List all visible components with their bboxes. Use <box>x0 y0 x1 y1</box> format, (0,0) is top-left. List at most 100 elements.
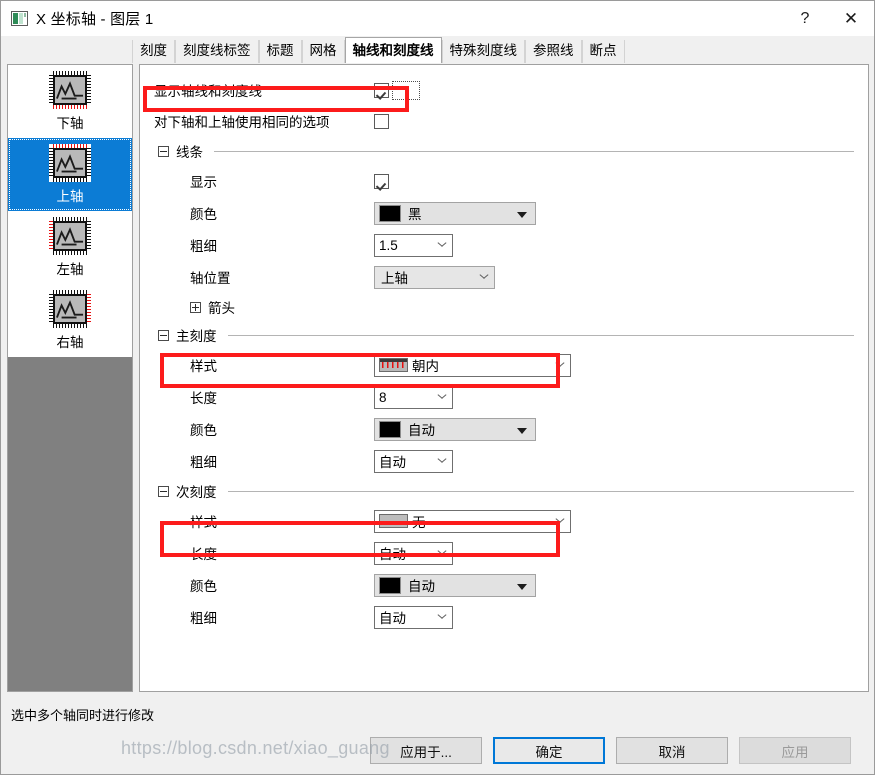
axis-position-label: 轴位置 <box>190 271 231 286</box>
dialog-body: 下轴 上轴 左轴 右轴 显示轴线和刻度线 对下轴和上轴使用相同的选项 线条 显示… <box>1 63 874 702</box>
chevron-down-icon <box>438 615 445 619</box>
axis-position-row: 轴位置 上轴 <box>154 261 854 293</box>
group-header-line[interactable]: 线条 <box>154 137 854 165</box>
line-color-row: 颜色 黑 <box>154 197 854 229</box>
tab-reference-lines[interactable]: 参照线 <box>525 40 582 63</box>
group-header-major-ticks[interactable]: 主刻度 <box>154 321 854 349</box>
same-options-label: 对下轴和上轴使用相同的选项 <box>154 115 330 130</box>
arrow-subgroup[interactable]: 箭头 <box>154 293 854 321</box>
minor-length-dropdown[interactable]: 自动 <box>374 541 453 565</box>
major-length-label: 长度 <box>190 391 217 406</box>
major-color-label: 颜色 <box>190 423 217 438</box>
chevron-down-icon <box>517 211 527 218</box>
same-options-checkbox[interactable] <box>374 113 389 129</box>
tab-grid[interactable]: 网格 <box>301 40 345 63</box>
sidebar-item-right-axis[interactable]: 右轴 <box>8 284 132 357</box>
sidebar-item-label: 右轴 <box>56 335 84 350</box>
axis-list-scroll: 下轴 上轴 左轴 右轴 <box>8 65 132 691</box>
color-swatch <box>379 576 401 594</box>
axis-bottom-icon <box>49 71 91 109</box>
group-rule <box>214 150 854 152</box>
axis-dialog-window: X 坐标轴 - 图层 1 ? ✕ 刻度 刻度线标签 标题 网格 轴线和刻度线 特… <box>0 0 875 775</box>
tab-ticks[interactable]: 刻度 <box>132 40 175 63</box>
chevron-down-icon <box>438 243 445 247</box>
axis-right-icon <box>49 290 91 328</box>
cancel-button[interactable]: 取消 <box>616 737 728 764</box>
apply-to-button[interactable]: 应用于... <box>370 737 482 764</box>
axis-position-value: 上轴 <box>381 271 408 286</box>
show-axis-and-ticks-checkbox[interactable] <box>374 82 389 98</box>
axis-top-icon <box>49 144 91 182</box>
minor-thickness-dropdown[interactable]: 自动 <box>374 605 453 629</box>
focus-indicator <box>392 80 420 100</box>
axis-position-dropdown[interactable]: 上轴 <box>374 265 495 289</box>
minor-style-row: 样式 无 <box>154 505 854 537</box>
sidebar-item-label: 下轴 <box>56 116 84 131</box>
line-show-checkbox[interactable] <box>374 173 389 189</box>
color-swatch <box>379 204 401 222</box>
tab-tick-labels[interactable]: 刻度线标签 <box>175 40 259 63</box>
line-color-value: 黑 <box>408 207 422 222</box>
tab-special-ticks[interactable]: 特殊刻度线 <box>441 40 525 63</box>
major-thickness-value: 自动 <box>379 455 406 470</box>
major-thickness-dropdown[interactable]: 自动 <box>374 449 453 473</box>
arrow-label: 箭头 <box>208 301 235 316</box>
major-length-row: 长度 8 <box>154 381 854 413</box>
collapse-icon[interactable] <box>158 329 169 341</box>
color-swatch <box>379 420 401 438</box>
close-icon[interactable]: ✕ <box>828 1 874 36</box>
settings-panel: 显示轴线和刻度线 对下轴和上轴使用相同的选项 线条 显示 颜色 黑 粗细 1.5… <box>139 64 869 692</box>
group-header-minor-ticks[interactable]: 次刻度 <box>154 477 854 505</box>
major-style-label: 样式 <box>190 359 217 374</box>
axis-list: 下轴 上轴 左轴 右轴 <box>8 65 132 357</box>
apply-button[interactable]: 应用 <box>739 737 851 764</box>
layer-axis-icon <box>11 11 28 26</box>
tab-bar: 刻度 刻度线标签 标题 网格 轴线和刻度线 特殊刻度线 参照线 断点 <box>1 36 874 63</box>
chevron-down-icon <box>438 395 445 399</box>
group-title-line: 线条 <box>176 145 203 160</box>
collapse-icon[interactable] <box>158 145 169 157</box>
chevron-down-icon <box>556 363 563 367</box>
expand-icon[interactable] <box>190 301 201 313</box>
sidebar-item-top-axis[interactable]: 上轴 <box>8 138 132 211</box>
tab-title[interactable]: 标题 <box>258 40 302 63</box>
chevron-down-icon <box>438 551 445 555</box>
minor-style-dropdown[interactable]: 无 <box>374 509 571 533</box>
tab-axis-line-and-ticks[interactable]: 轴线和刻度线 <box>344 37 442 63</box>
major-style-dropdown[interactable]: 朝内 <box>374 353 571 377</box>
minor-thickness-value: 自动 <box>379 611 406 626</box>
group-rule <box>227 490 854 492</box>
axis-left-icon <box>49 217 91 255</box>
minor-color-label: 颜色 <box>190 579 217 594</box>
major-color-dropdown[interactable]: 自动 <box>374 417 536 441</box>
major-color-value: 自动 <box>408 423 435 438</box>
chevron-down-icon <box>480 275 487 279</box>
chevron-down-icon <box>556 519 563 523</box>
group-title-minor-ticks: 次刻度 <box>176 485 217 500</box>
button-bar: https://blog.csdn.net/xiao_guang 应用于... … <box>1 727 874 774</box>
line-thickness-dropdown[interactable]: 1.5 <box>374 233 453 257</box>
help-icon[interactable]: ? <box>782 1 828 36</box>
ticks-none-icon <box>379 514 408 528</box>
settings-content: 显示轴线和刻度线 对下轴和上轴使用相同的选项 线条 显示 颜色 黑 粗细 1.5… <box>140 65 868 691</box>
major-thickness-row: 粗细 自动 <box>154 445 854 477</box>
line-thickness-row: 粗细 1.5 <box>154 229 854 261</box>
line-color-dropdown[interactable]: 黑 <box>374 201 536 225</box>
sidebar-item-bottom-axis[interactable]: 下轴 <box>8 65 132 138</box>
minor-color-dropdown[interactable]: 自动 <box>374 573 536 597</box>
show-axis-and-ticks-row: 显示轴线和刻度线 <box>154 75 854 105</box>
major-style-value: 朝内 <box>412 359 439 374</box>
status-bar: 选中多个轴同时进行修改 <box>1 702 874 727</box>
sidebar-item-left-axis[interactable]: 左轴 <box>8 211 132 284</box>
same-options-row: 对下轴和上轴使用相同的选项 <box>154 105 854 137</box>
chevron-down-icon <box>517 583 527 590</box>
tab-breaks[interactable]: 断点 <box>581 40 625 63</box>
ticks-inward-icon <box>379 358 408 372</box>
major-length-dropdown[interactable]: 8 <box>374 385 453 409</box>
major-thickness-label: 粗细 <box>190 455 217 470</box>
collapse-icon[interactable] <box>158 485 169 497</box>
ok-button[interactable]: 确定 <box>493 737 605 764</box>
minor-length-label: 长度 <box>190 547 217 562</box>
axis-list-panel[interactable]: 下轴 上轴 左轴 右轴 <box>7 64 133 692</box>
major-length-value: 8 <box>379 389 387 405</box>
